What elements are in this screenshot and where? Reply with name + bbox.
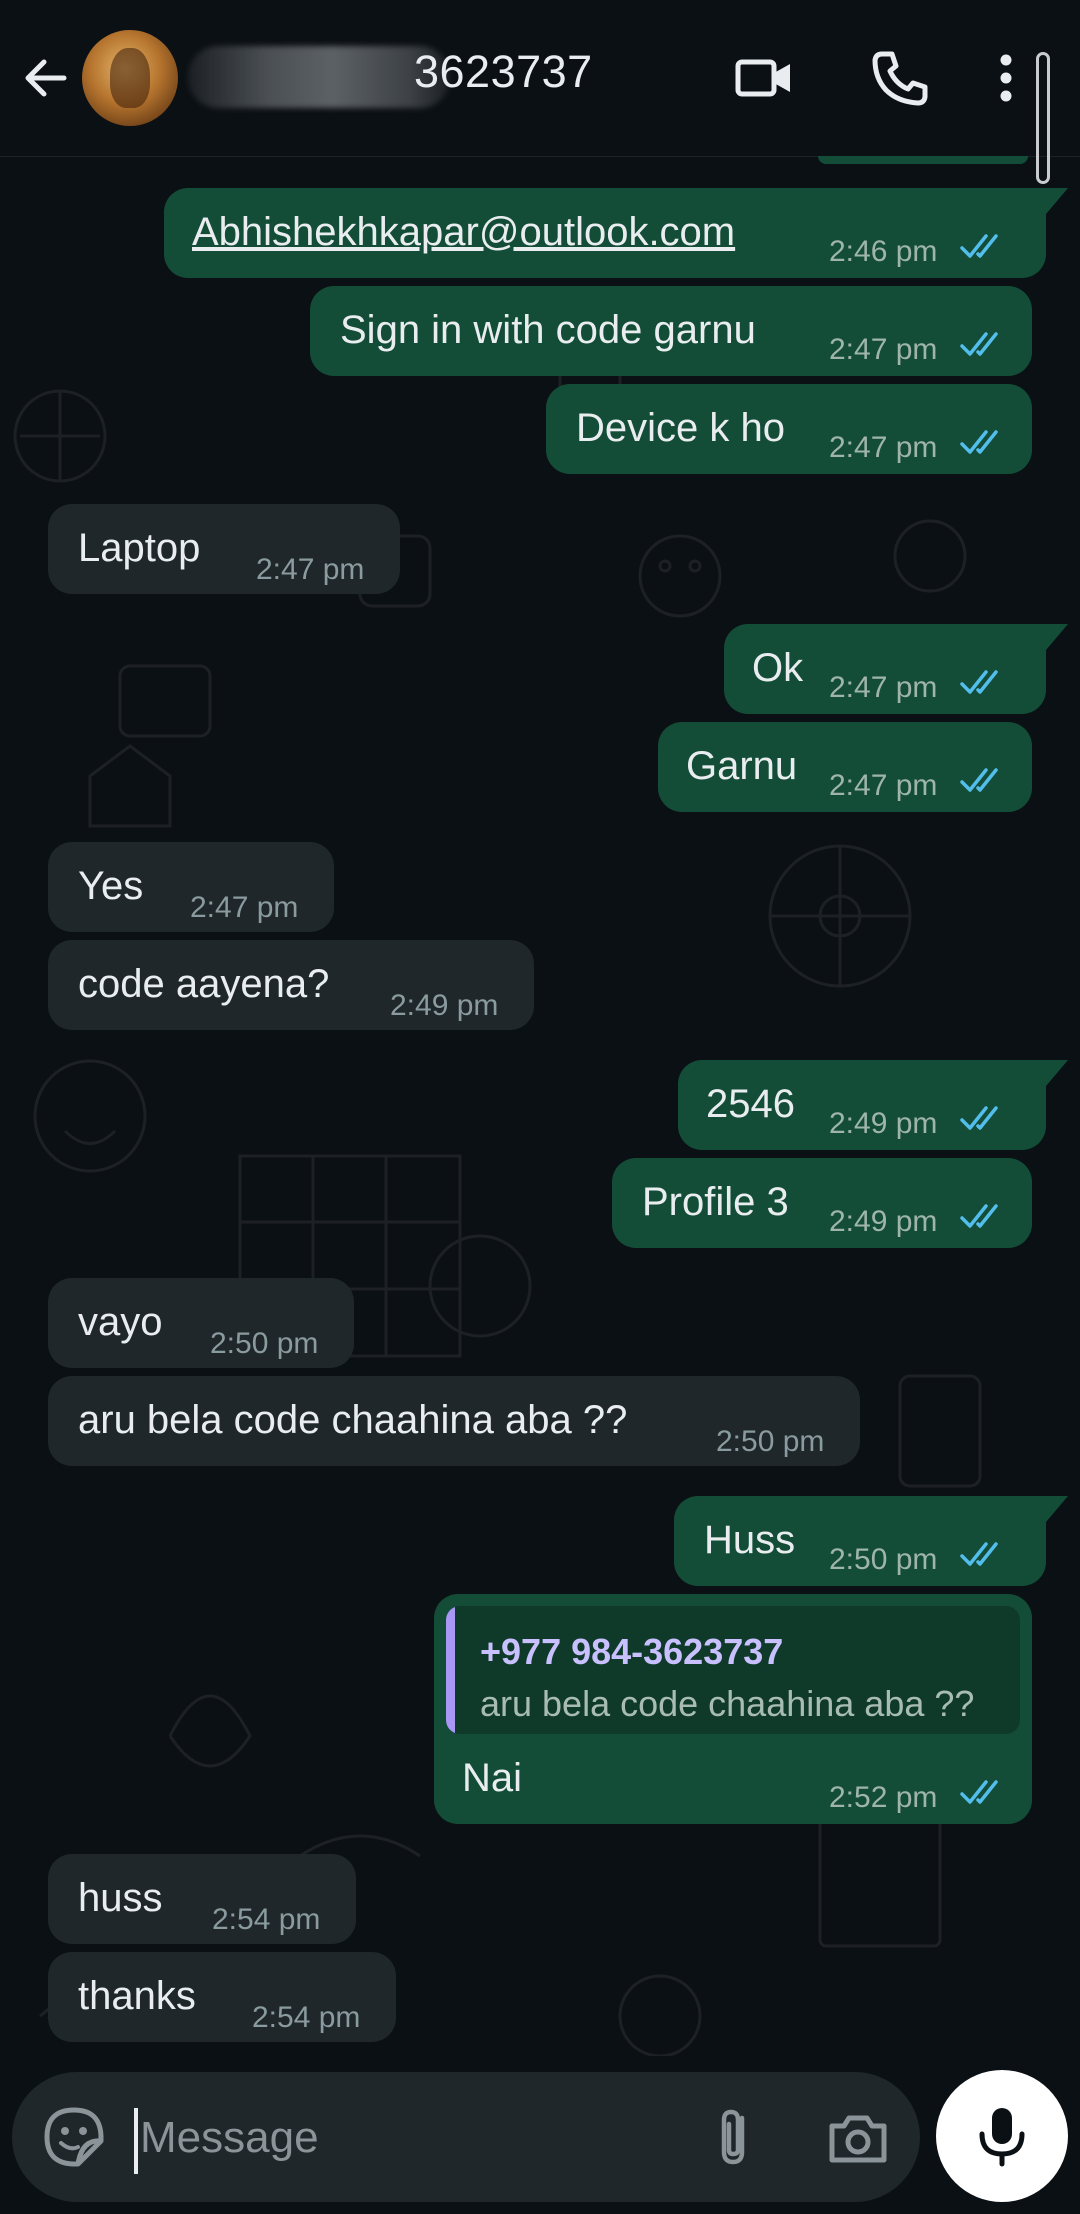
outgoing-message[interactable]: Sign in with code garnu 2:47 pm <box>310 286 1032 376</box>
message-text: Huss <box>704 1518 796 1562</box>
video-call-button[interactable] <box>732 46 796 110</box>
message-text: Laptop <box>78 526 201 570</box>
bubble-tail <box>1046 1060 1068 1086</box>
voice-message-button[interactable] <box>936 2070 1068 2202</box>
outgoing-reply-message[interactable]: +977 984-3623737 aru bela code chaahina … <box>434 1594 1032 1824</box>
outgoing-message[interactable]: Garnu 2:47 pm <box>658 722 1032 812</box>
outgoing-message[interactable]: 2546 2:49 pm <box>678 1060 1046 1150</box>
message-time: 2:52 pm <box>829 1781 938 1814</box>
outgoing-message[interactable]: Ok 2:47 pm <box>724 624 1046 714</box>
chat-header: 3623737 <box>0 0 1080 157</box>
outgoing-message[interactable]: Abhishekhkapar@outlook.com 2:46 pm <box>164 188 1046 278</box>
message-text: Ok <box>752 646 804 690</box>
message-time: 2:50 pm <box>210 1327 319 1360</box>
message-text: aru bela code chaahina aba ?? <box>78 1398 628 1442</box>
read-ticks-icon <box>960 670 998 694</box>
email-link[interactable]: Abhishekhkapar@outlook.com <box>192 208 735 256</box>
back-arrow-icon <box>25 59 67 97</box>
message-text: code aayena? <box>78 962 330 1006</box>
message-time: 2:47 pm <box>829 671 938 704</box>
attach-icon <box>721 2109 745 2165</box>
voice-call-button[interactable] <box>868 46 932 110</box>
message-time: 2:47 pm <box>829 769 938 802</box>
message-text: Sign in with code garnu <box>340 308 756 352</box>
message-text: 2546 <box>706 1082 795 1126</box>
message-time: 2:54 pm <box>252 2001 361 2034</box>
blurred-contact-name <box>188 46 450 108</box>
outgoing-message[interactable]: Profile 3 2:49 pm <box>612 1158 1032 1248</box>
read-ticks-icon <box>960 1204 998 1228</box>
message-text: Garnu <box>686 744 798 788</box>
read-ticks-icon <box>960 332 998 356</box>
message-time: 2:50 pm <box>716 1425 825 1458</box>
quote-author: +977 984-3623737 <box>480 1631 784 1672</box>
outgoing-message[interactable]: Device k ho 2:47 pm <box>546 384 1032 474</box>
back-button[interactable] <box>18 50 74 106</box>
incoming-message[interactable]: Yes 2:47 pm <box>48 842 334 932</box>
more-options-button[interactable] <box>986 46 1026 110</box>
message-time: 2:47 pm <box>190 891 299 924</box>
read-ticks-icon <box>960 1542 998 1566</box>
emoji-sticker-icon <box>44 2107 104 2167</box>
outgoing-message[interactable]: Huss 2:50 pm <box>674 1496 1046 1586</box>
message-input[interactable] <box>140 2102 680 2174</box>
more-options-icon <box>1000 54 1012 102</box>
message-time: 2:49 pm <box>390 989 499 1022</box>
scrollbar-thumb[interactable] <box>1036 52 1050 184</box>
message-time: 2:47 pm <box>256 553 365 586</box>
bubble-tail <box>1046 624 1068 650</box>
message-list[interactable]: Abhishekhkapar@outlook.com 2:46 pm Sign … <box>0 156 1080 2056</box>
camera-icon <box>829 2115 887 2163</box>
voice-call-icon <box>872 51 928 106</box>
message-time: 2:46 pm <box>829 235 938 268</box>
read-ticks-icon <box>960 234 998 258</box>
read-ticks-icon <box>960 1106 998 1130</box>
message-text: vayo <box>78 1300 163 1344</box>
bubble-tail <box>1046 188 1068 214</box>
quote-text: aru bela code chaahina aba ?? <box>480 1683 975 1724</box>
text-cursor <box>134 2108 138 2174</box>
message-text: Nai <box>462 1756 523 1800</box>
message-time: 2:49 pm <box>829 1107 938 1140</box>
incoming-message[interactable]: thanks 2:54 pm <box>48 1952 396 2042</box>
camera-button[interactable] <box>826 2106 890 2170</box>
message-time: 2:50 pm <box>829 1543 938 1576</box>
incoming-message[interactable]: huss 2:54 pm <box>48 1854 356 1944</box>
quoted-message[interactable]: +977 984-3623737 aru bela code chaahina … <box>446 1606 1020 1734</box>
message-text: Device k ho <box>576 406 785 450</box>
read-ticks-icon <box>960 430 998 454</box>
contact-avatar[interactable] <box>82 30 178 126</box>
message-text: Yes <box>78 864 144 908</box>
message-text: thanks <box>78 1974 196 2018</box>
incoming-message[interactable]: Laptop 2:47 pm <box>48 504 400 594</box>
emoji-button[interactable] <box>42 2105 106 2169</box>
contact-name[interactable]: 3623737 <box>414 46 593 98</box>
quote-accent-bar <box>446 1606 455 1734</box>
incoming-message[interactable]: vayo 2:50 pm <box>48 1278 354 1368</box>
partial-outgoing-bubble <box>818 156 1028 164</box>
message-text: Profile 3 <box>642 1180 789 1224</box>
attach-button[interactable] <box>702 2104 768 2170</box>
message-text: huss <box>78 1876 163 1920</box>
message-time: 2:54 pm <box>212 1903 321 1936</box>
video-call-icon <box>735 59 790 97</box>
read-ticks-icon <box>960 768 998 792</box>
message-time: 2:47 pm <box>829 333 938 366</box>
mic-icon <box>979 2108 1025 2167</box>
message-time: 2:49 pm <box>829 1205 938 1238</box>
bubble-tail <box>1046 1496 1068 1522</box>
incoming-message[interactable]: aru bela code chaahina aba ?? 2:50 pm <box>48 1376 860 1466</box>
read-ticks-icon <box>960 1780 998 1804</box>
message-composer <box>12 2072 920 2202</box>
message-time: 2:47 pm <box>829 431 938 464</box>
incoming-message[interactable]: code aayena? 2:49 pm <box>48 940 534 1030</box>
